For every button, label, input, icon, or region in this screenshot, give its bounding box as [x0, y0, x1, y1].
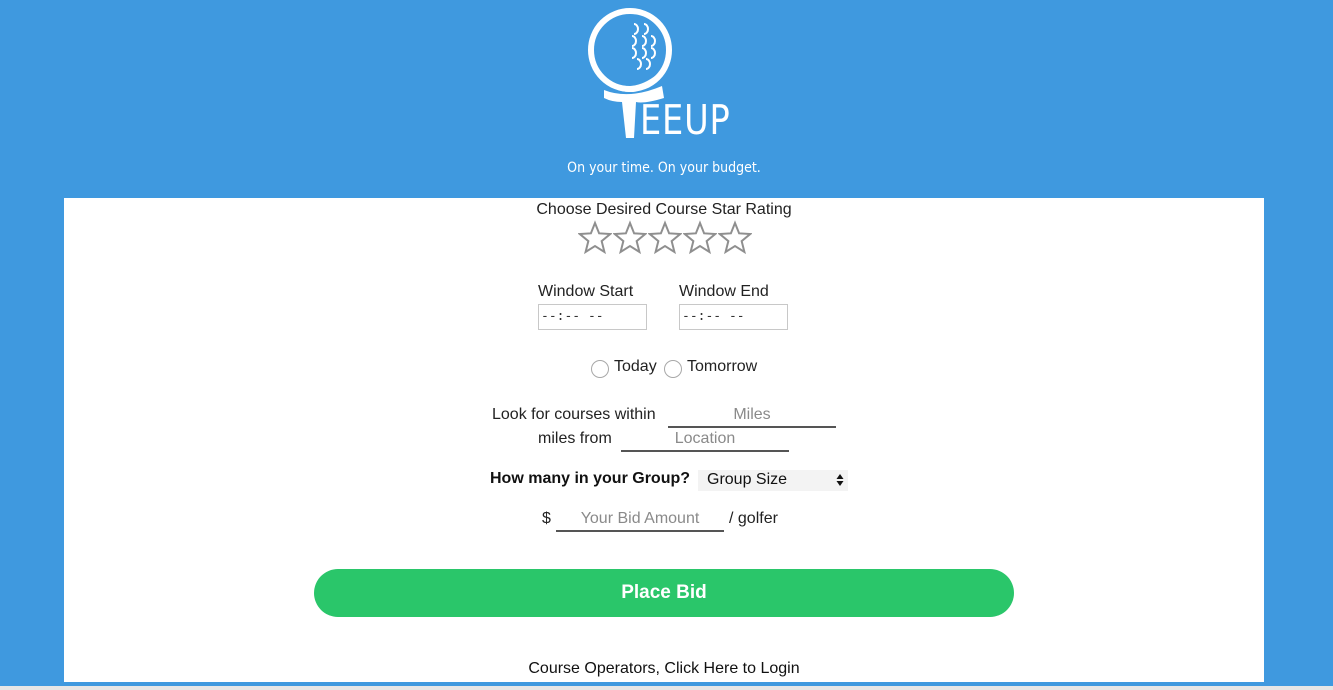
location-input[interactable]: Location — [621, 428, 789, 452]
per-golfer-label: / golfer — [729, 510, 778, 527]
window-start-label: Window Start — [538, 283, 634, 300]
star-icon[interactable] — [613, 220, 647, 256]
star-rating — [578, 220, 752, 256]
bottom-divider — [0, 686, 1333, 690]
window-end-label: Window End — [679, 283, 769, 300]
window-start-input[interactable]: --:-- -- — [538, 304, 647, 330]
window-end-input[interactable]: --:-- -- — [679, 304, 788, 330]
today-label: Today — [614, 358, 657, 375]
tomorrow-radio[interactable] — [664, 360, 682, 378]
currency-symbol: $ — [542, 510, 551, 527]
group-size-label: How many in your Group? — [490, 470, 691, 487]
bid-form-card: Choose Desired Course Star Rating Window… — [64, 198, 1264, 682]
star-icon[interactable] — [718, 220, 752, 256]
tagline: On your time. On your budget. — [567, 160, 761, 176]
miles-input[interactable]: Miles — [668, 404, 836, 428]
star-icon[interactable] — [683, 220, 717, 256]
star-icon[interactable] — [578, 220, 612, 256]
rating-label: Choose Desired Course Star Rating — [536, 201, 792, 218]
today-radio[interactable] — [591, 360, 609, 378]
look-within-label: Look for courses within — [492, 406, 656, 423]
tomorrow-label: Tomorrow — [687, 358, 758, 375]
group-size-select[interactable]: Group Size — [698, 470, 848, 491]
logo-wordmark: EEUP — [640, 96, 731, 144]
course-operator-login-link[interactable]: Course Operators, Click Here to Login — [64, 660, 1264, 678]
page: EEUP On your time. On your budget. Choos… — [0, 0, 1333, 690]
place-bid-button[interactable]: Place Bid — [314, 569, 1014, 617]
star-icon[interactable] — [648, 220, 682, 256]
select-arrows-icon — [836, 474, 844, 486]
bid-amount-input[interactable]: Your Bid Amount — [556, 508, 724, 532]
miles-from-label: miles from — [538, 430, 612, 447]
group-size-value: Group Size — [707, 471, 788, 488]
